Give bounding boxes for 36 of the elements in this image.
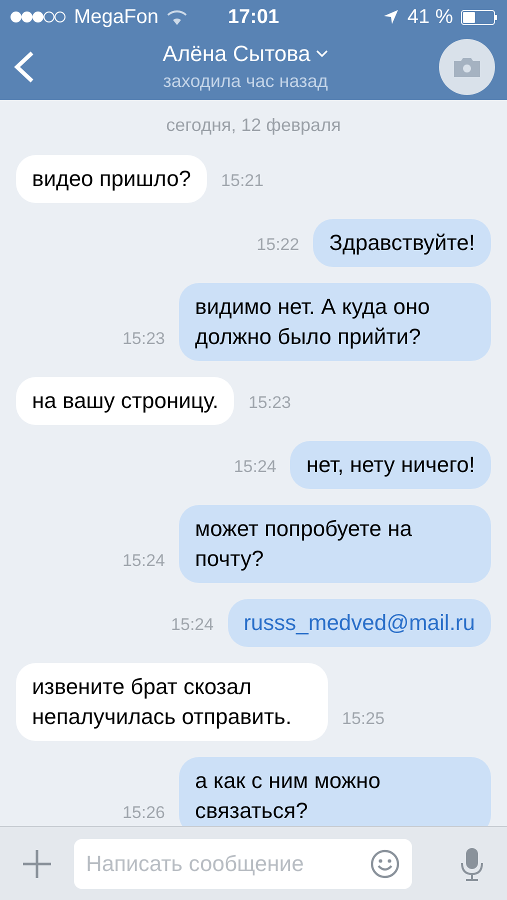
message-bubble: может попробуете на почту? (179, 505, 491, 583)
back-chevron-icon (12, 50, 36, 84)
message-time: 15:23 (248, 392, 291, 414)
message-bubble: Здравствуйте! (313, 219, 491, 267)
message-time: 15:22 (256, 234, 300, 256)
message-time: 15:24 (171, 614, 214, 636)
message-time: 15:26 (122, 802, 165, 824)
plus-icon (22, 848, 52, 878)
message-bubble[interactable]: russs_medved@mail.ru (228, 599, 491, 647)
message-bubble: извените брат скозал непалучилась отправить. (16, 663, 328, 741)
message-time: 15:21 (221, 170, 264, 192)
message-bubble: видео пришло? (16, 155, 208, 203)
battery-percent: 41 % (407, 5, 453, 30)
camera-icon (452, 56, 482, 78)
date-separator: сегодня, 12 февраля (166, 114, 341, 137)
message-time: 15:24 (234, 456, 276, 478)
message-bubble: видимо нет. А куда оно должно было прийти? (179, 283, 491, 361)
message-field[interactable]: Написать сообщение (74, 838, 412, 888)
battery-icon (461, 10, 497, 24)
chevron-down-icon (316, 50, 328, 58)
signal-icon (10, 11, 66, 23)
message-time: 15:25 (342, 708, 385, 730)
last-seen-status: заходила час назад (163, 70, 328, 93)
clock-time: 17:01 (228, 5, 280, 30)
wifi-icon (166, 10, 186, 24)
message-bubble: на вашу строницу. (16, 377, 234, 425)
message-bubble: нет, нету ничего! (290, 441, 491, 489)
smiley-icon[interactable] (370, 848, 400, 878)
message-bubble: а как с ним можно связаться? (179, 757, 491, 826)
microphone-icon (460, 846, 484, 880)
carrier-name: MegaFon (74, 5, 158, 30)
message-input[interactable]: Написать сообщение (86, 847, 370, 880)
message-time: 15:23 (122, 328, 165, 350)
location-arrow-icon (383, 9, 400, 25)
message-time: 15:24 (122, 550, 165, 572)
contact-name[interactable]: Алёна Сытова (162, 40, 328, 68)
